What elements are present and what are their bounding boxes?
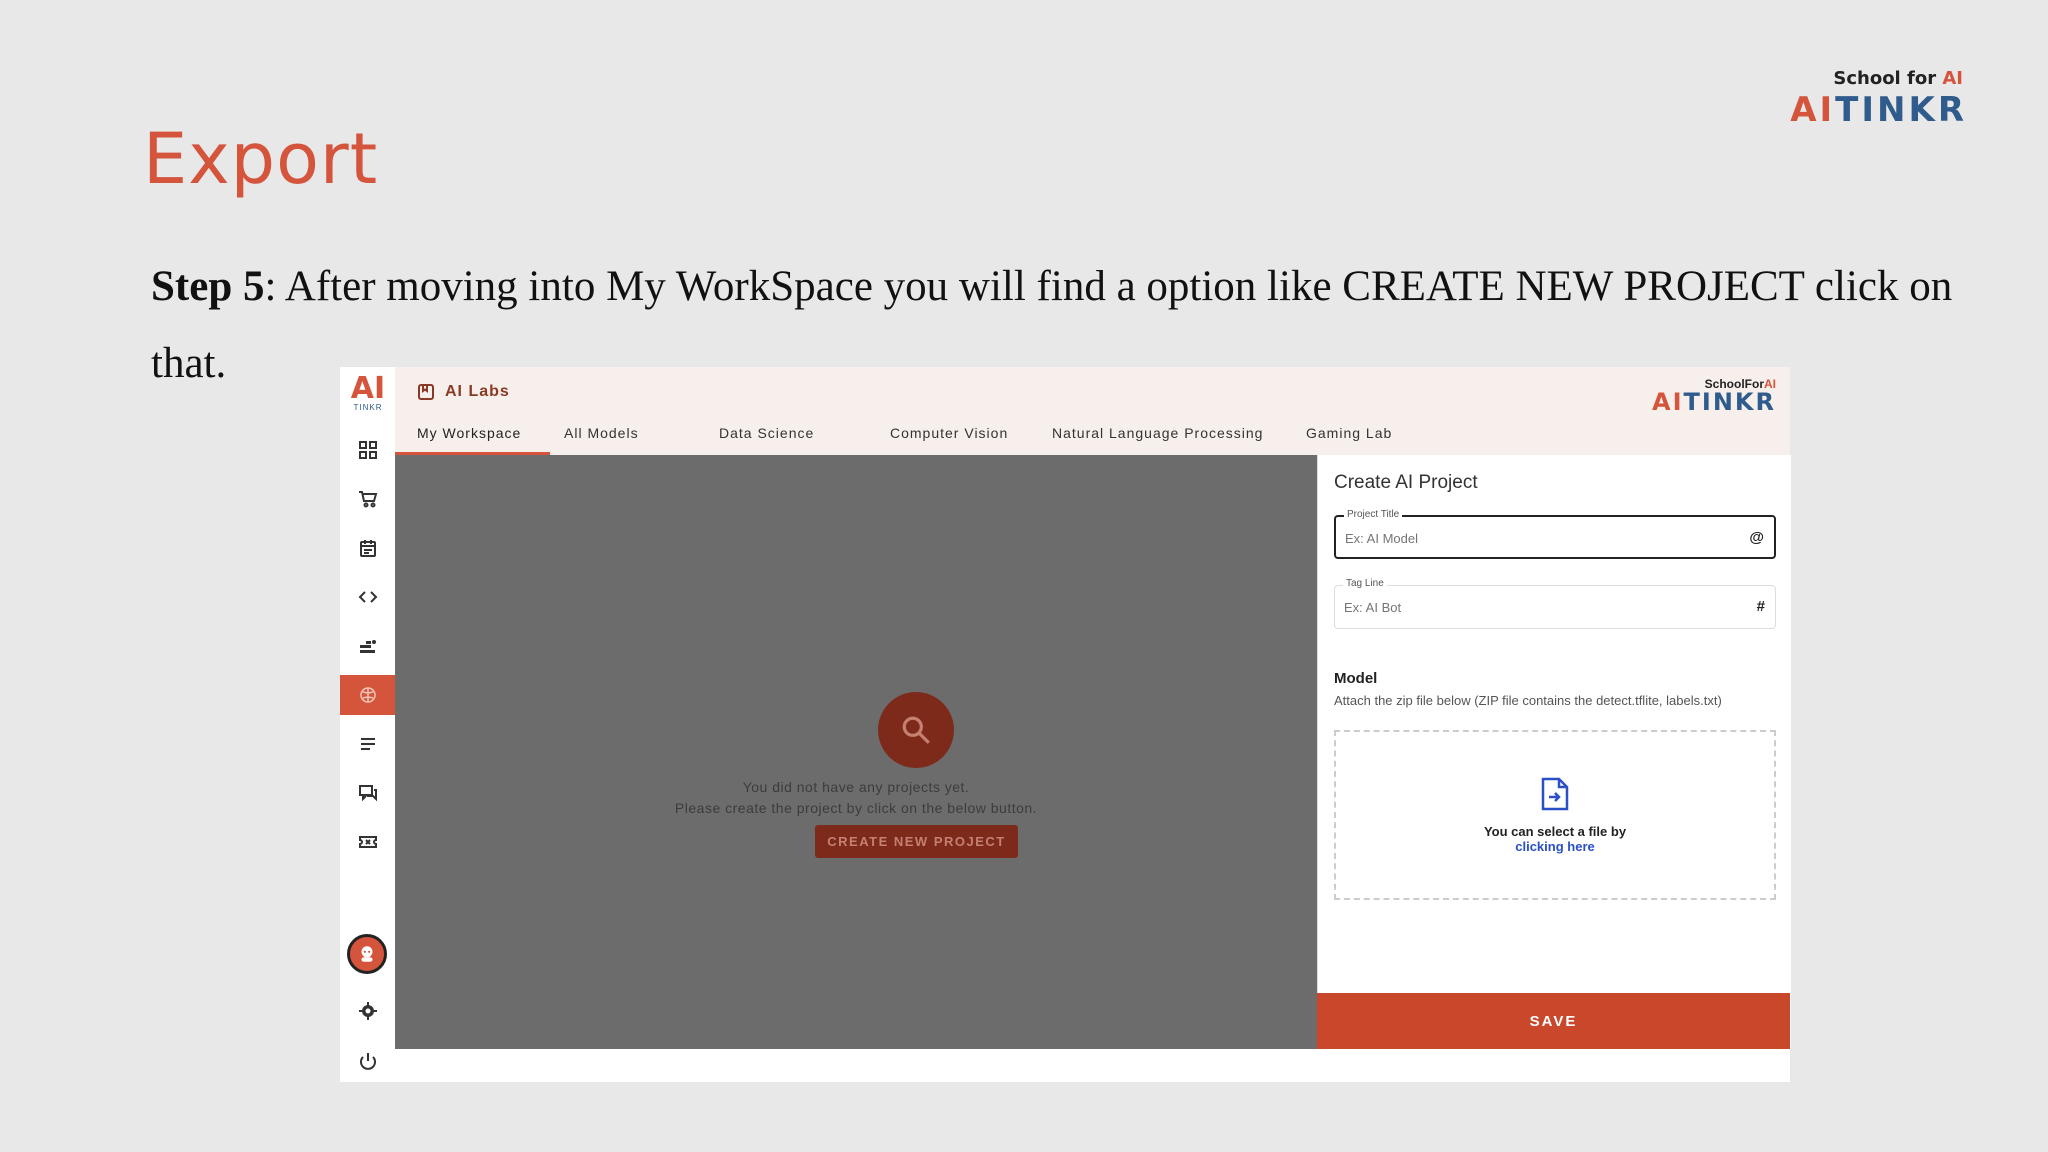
bottom-strip [395, 1049, 1790, 1082]
file-dropzone[interactable]: You can select a file by clicking here [1334, 730, 1776, 900]
save-button[interactable]: SAVE [1317, 993, 1790, 1049]
tab-all-models[interactable]: All Models [550, 419, 693, 455]
app-brand-logo: SchoolForAI AITINKR [1652, 377, 1776, 416]
model-description: Attach the zip file below (ZIP file cont… [1334, 693, 1722, 708]
project-title-field[interactable]: Project Title @ [1334, 509, 1776, 559]
empty-state-line1: You did not have any projects yet. [742, 779, 970, 795]
cart-icon[interactable] [340, 479, 395, 519]
tab-gaming-lab[interactable]: Gaming Lab [1286, 419, 1414, 455]
brand-logo: School for AI AITINKR [1745, 68, 1975, 130]
app-header: AI Labs SchoolForAI AITINKR My Workspace… [395, 367, 1790, 455]
empty-state-line2: Please create the project by click on th… [674, 800, 1038, 816]
project-title-input[interactable] [1345, 531, 1725, 546]
calendar-icon[interactable] [340, 528, 395, 568]
tab-data-science[interactable]: Data Science [693, 419, 862, 455]
brain-icon[interactable] [340, 675, 395, 715]
tagline-field[interactable]: Tag Line # [1334, 578, 1776, 629]
tab-bar: My Workspace All Models Data Science Com… [395, 419, 1414, 455]
sidebar-logo[interactable]: AI TINKR [344, 374, 392, 415]
tab-my-workspace[interactable]: My Workspace [395, 419, 550, 455]
chat-icon[interactable] [340, 773, 395, 813]
project-title-label: Project Title [1344, 509, 1403, 520]
hash-icon: # [1756, 598, 1765, 615]
tab-computer-vision[interactable]: Computer Vision [862, 419, 1042, 455]
ticket-icon[interactable] [340, 822, 395, 862]
search-icon [878, 692, 954, 768]
step-label: Step 5 [151, 263, 265, 310]
sidebar: AI TINKR [340, 367, 396, 1082]
create-project-panel: Create AI Project Project Title @ Tag Li… [1317, 455, 1791, 1049]
app-title: AI Labs [417, 383, 510, 401]
tagline-input[interactable] [1344, 600, 1724, 615]
tagline-label: Tag Line [1343, 578, 1387, 589]
list-icon[interactable] [340, 724, 395, 764]
workspace-area: You did not have any projects yet. Pleas… [395, 455, 1317, 1049]
create-new-project-button[interactable]: CREATE NEW PROJECT [815, 825, 1018, 858]
brand-wordmark: AITINKR [1790, 90, 1967, 130]
gear-icon[interactable] [340, 991, 395, 1031]
at-icon: @ [1749, 529, 1764, 546]
user-avatar[interactable] [347, 934, 387, 974]
brand-school-text: School for AI [1833, 68, 1963, 89]
power-icon[interactable] [340, 1041, 395, 1081]
slide-title: Export [143, 118, 379, 200]
code-icon[interactable] [340, 577, 395, 617]
dashboard-icon[interactable] [340, 430, 395, 470]
tab-natural-language-processing[interactable]: Natural Language Processing [1042, 419, 1286, 455]
app-window: AI TINKR AI Labs SchoolForAI AITINKR My … [340, 367, 1791, 1082]
ai-labs-icon [418, 384, 434, 400]
tools-icon[interactable] [340, 626, 395, 666]
dropzone-text: You can select a file by [1483, 824, 1627, 839]
file-upload-icon [1541, 777, 1569, 811]
model-heading: Model [1334, 670, 1378, 687]
panel-title: Create AI Project [1334, 472, 1478, 493]
click-here-link[interactable]: clicking here [1336, 839, 1774, 854]
